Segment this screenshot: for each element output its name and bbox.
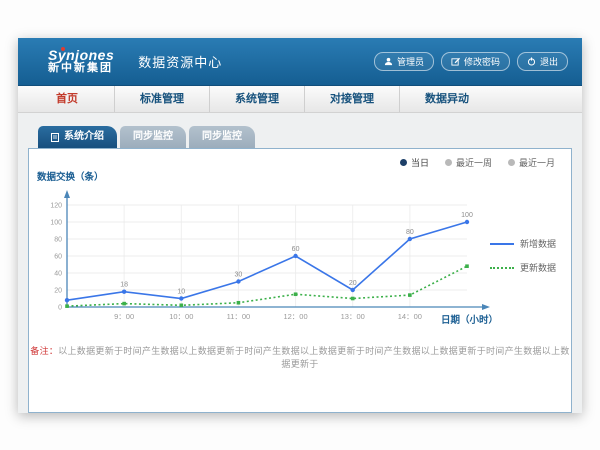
svg-text:10: 10 bbox=[177, 289, 185, 296]
footnote-prefix: 备注： bbox=[30, 346, 58, 356]
svg-text:60: 60 bbox=[292, 246, 300, 253]
svg-text:9：00: 9：00 bbox=[114, 312, 134, 321]
tab-system-intro-label: 系统介绍 bbox=[64, 126, 104, 148]
radio-today[interactable]: 当日 bbox=[400, 156, 429, 169]
content-area: 系统介绍 同步监控 同步监控 当日 最近一周 bbox=[18, 113, 582, 413]
app-window: Synjones 新中新集团 数据资源中心 管理员 修改密码 退出 首页 标准管… bbox=[18, 38, 582, 413]
footnote: 备注：以上数据更新于时间产生数据以上数据更新于时间产生数据以上数据更新于时间产生… bbox=[29, 344, 571, 370]
radio-last-week[interactable]: 最近一周 bbox=[445, 156, 492, 169]
site-title: 数据资源中心 bbox=[138, 52, 222, 71]
data-exchange-line-chart: 数据交换（条） 日期（小时） 9：00 10：00 11：00 12：00 13：00 1… bbox=[35, 169, 565, 327]
legend-new-data-label: 新增数据 bbox=[520, 237, 556, 250]
nav-item-system-mgmt[interactable]: 系统管理 bbox=[209, 86, 304, 112]
document-icon bbox=[51, 133, 59, 142]
admin-user-label: 管理员 bbox=[397, 55, 424, 68]
change-password-button[interactable]: 修改密码 bbox=[441, 52, 510, 71]
svg-text:40: 40 bbox=[54, 271, 62, 278]
svg-text:20: 20 bbox=[349, 280, 357, 287]
nav-item-standard-mgmt[interactable]: 标准管理 bbox=[114, 86, 209, 112]
svg-text:30: 30 bbox=[235, 272, 243, 279]
radio-last-week-label: 最近一周 bbox=[456, 156, 492, 169]
radio-today-dot bbox=[400, 159, 407, 166]
power-icon bbox=[527, 57, 536, 66]
svg-text:10：00: 10：00 bbox=[169, 312, 193, 321]
svg-text:14：00: 14：00 bbox=[398, 312, 422, 321]
legend-new-data-line bbox=[490, 243, 514, 245]
footnote-text: 以上数据更新于时间产生数据以上数据更新于时间产生数据以上数据更新于时间产生数据以… bbox=[58, 346, 570, 369]
radio-today-label: 当日 bbox=[411, 156, 429, 169]
legend-new-data[interactable]: 新增数据 bbox=[490, 237, 556, 250]
svg-text:100: 100 bbox=[50, 220, 62, 227]
tab-sync-monitor-1-label: 同步监控 bbox=[133, 126, 173, 148]
tab-sync-monitor-2-label: 同步监控 bbox=[202, 126, 242, 148]
radio-last-month-dot bbox=[508, 159, 515, 166]
svg-text:12：00: 12：00 bbox=[283, 312, 307, 321]
nav-item-home[interactable]: 首页 bbox=[20, 86, 114, 112]
radio-last-month-label: 最近一月 bbox=[519, 156, 555, 169]
y-axis-title: 数据交换（条） bbox=[36, 171, 104, 183]
admin-user-button[interactable]: 管理员 bbox=[374, 52, 434, 71]
svg-text:80: 80 bbox=[406, 229, 414, 236]
chart-legend: 新增数据 更新数据 bbox=[490, 237, 556, 274]
header-actions: 管理员 修改密码 退出 bbox=[374, 38, 568, 85]
svg-text:11：00: 11：00 bbox=[227, 312, 251, 321]
svg-text:0: 0 bbox=[58, 305, 62, 312]
main-nav: 首页 标准管理 系统管理 对接管理 数据异动 bbox=[18, 86, 582, 113]
nav-item-data-change[interactable]: 数据异动 bbox=[399, 86, 494, 112]
svg-text:100: 100 bbox=[461, 212, 473, 219]
svg-text:18: 18 bbox=[120, 282, 128, 289]
tab-sync-monitor-2[interactable]: 同步监控 bbox=[189, 126, 255, 148]
time-range-filter: 当日 最近一周 最近一月 bbox=[400, 156, 555, 169]
nav-item-interface-mgmt[interactable]: 对接管理 bbox=[304, 86, 399, 112]
legend-update-data[interactable]: 更新数据 bbox=[490, 261, 556, 274]
svg-text:80: 80 bbox=[54, 237, 62, 244]
svg-text:120: 120 bbox=[50, 203, 62, 210]
logout-label: 退出 bbox=[540, 55, 558, 68]
logo-primary-text: Synjones bbox=[48, 48, 114, 63]
change-password-label: 修改密码 bbox=[464, 55, 500, 68]
user-icon bbox=[384, 57, 393, 66]
logout-button[interactable]: 退出 bbox=[517, 52, 568, 71]
x-axis-title: 日期（小时） bbox=[441, 314, 498, 326]
tab-sync-monitor-1[interactable]: 同步监控 bbox=[120, 126, 186, 148]
edit-icon bbox=[451, 57, 460, 66]
logo: Synjones 新中新集团 bbox=[48, 48, 114, 74]
svg-text:20: 20 bbox=[54, 288, 62, 295]
svg-text:60: 60 bbox=[54, 254, 62, 261]
legend-update-data-label: 更新数据 bbox=[520, 261, 556, 274]
tab-system-intro[interactable]: 系统介绍 bbox=[38, 126, 117, 148]
legend-update-data-line bbox=[490, 267, 514, 269]
tab-row: 系统介绍 同步监控 同步监控 bbox=[38, 126, 572, 148]
site-header: Synjones 新中新集团 数据资源中心 管理员 修改密码 退出 bbox=[18, 38, 582, 86]
svg-text:13：00: 13：00 bbox=[341, 312, 365, 321]
radio-last-week-dot bbox=[445, 159, 452, 166]
chart-panel: 当日 最近一周 最近一月 数据交换（条） 日期（小时） 9：00 10：00 11：… bbox=[28, 148, 572, 413]
radio-last-month[interactable]: 最近一月 bbox=[508, 156, 555, 169]
logo-secondary-text: 新中新集团 bbox=[48, 63, 114, 75]
